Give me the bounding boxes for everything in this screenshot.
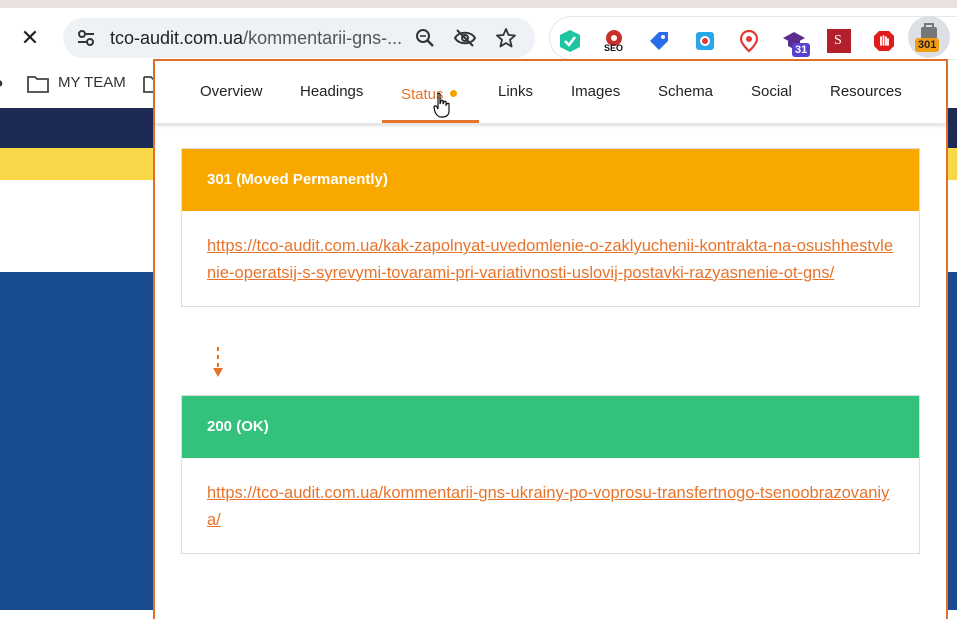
tab-resources[interactable]: Resources [830, 83, 902, 100]
seo-ext-icon[interactable]: SEO [602, 29, 626, 53]
status-header-200: 200 (OK) [182, 396, 919, 458]
hand-ext-icon[interactable] [872, 29, 896, 53]
redirect-card-301: 301 (Moved Permanently) https://tco-audi… [181, 148, 920, 307]
status-ext-badge: 301 [915, 38, 940, 52]
seo-ext-label: SEO [604, 43, 624, 53]
status-header-301: 301 (Moved Permanently) [182, 149, 919, 211]
star-icon[interactable] [494, 26, 518, 50]
cap-ext-badge: 31 [792, 43, 811, 57]
status-popup: Overview Headings Status Links Images Sc… [153, 59, 948, 619]
redirect-arrow-icon [213, 347, 223, 377]
s-ext-label: S [834, 33, 842, 48]
zoom-icon[interactable] [413, 26, 437, 50]
tab-overview[interactable]: Overview [200, 83, 263, 100]
final-url-link[interactable]: https://tco-audit.com.ua/kommentarii-gns… [207, 484, 889, 529]
cap-ext-icon[interactable]: 31 [782, 29, 811, 57]
url-text[interactable]: tco-audit.com.ua/kommentarii-gns-... [110, 28, 402, 49]
redirect-url-box: https://tco-audit.com.ua/kak-zapolnyat-u… [182, 211, 919, 306]
tab-schema[interactable]: Schema [658, 83, 713, 100]
address-bar[interactable]: tco-audit.com.ua/kommentarii-gns-... [63, 18, 535, 58]
camera-ext-icon[interactable] [693, 29, 717, 53]
folder-icon [27, 76, 49, 93]
active-tab-indicator [382, 120, 479, 123]
tab-headings[interactable]: Headings [300, 83, 363, 100]
tab-social[interactable]: Social [751, 83, 792, 100]
bookmark-partial-icon[interactable]: ● [0, 75, 4, 93]
redirect-url-link[interactable]: https://tco-audit.com.ua/kak-zapolnyat-u… [207, 237, 893, 282]
final-url-box: https://tco-audit.com.ua/kommentarii-gns… [182, 458, 919, 553]
bookmark-my-team[interactable]: MY TEAM [58, 74, 126, 91]
s-ext-icon[interactable]: S [827, 29, 851, 53]
eye-off-icon[interactable] [453, 26, 477, 50]
pin-ext-icon[interactable] [737, 29, 761, 53]
url-path: /kommentarii-gns-... [243, 28, 403, 48]
site-info-icon[interactable] [73, 25, 99, 51]
check-ext-icon[interactable] [558, 29, 582, 53]
tab-images[interactable]: Images [571, 83, 620, 100]
tab-links[interactable]: Links [498, 83, 533, 100]
tab-strip [0, 0, 957, 8]
popup-tabs: Overview Headings Status Links Images Sc… [155, 61, 946, 124]
hand-cursor-icon [433, 92, 450, 118]
redirect-card-200: 200 (OK) https://tco-audit.com.ua/kommen… [181, 395, 920, 554]
extensions-bar: SEO 31 S [549, 16, 957, 60]
tag-ext-icon[interactable] [647, 29, 671, 53]
close-icon[interactable]: ✕ [18, 26, 42, 50]
url-host: tco-audit.com.ua [110, 28, 244, 48]
status-ext-button[interactable]: 301 [908, 16, 950, 58]
